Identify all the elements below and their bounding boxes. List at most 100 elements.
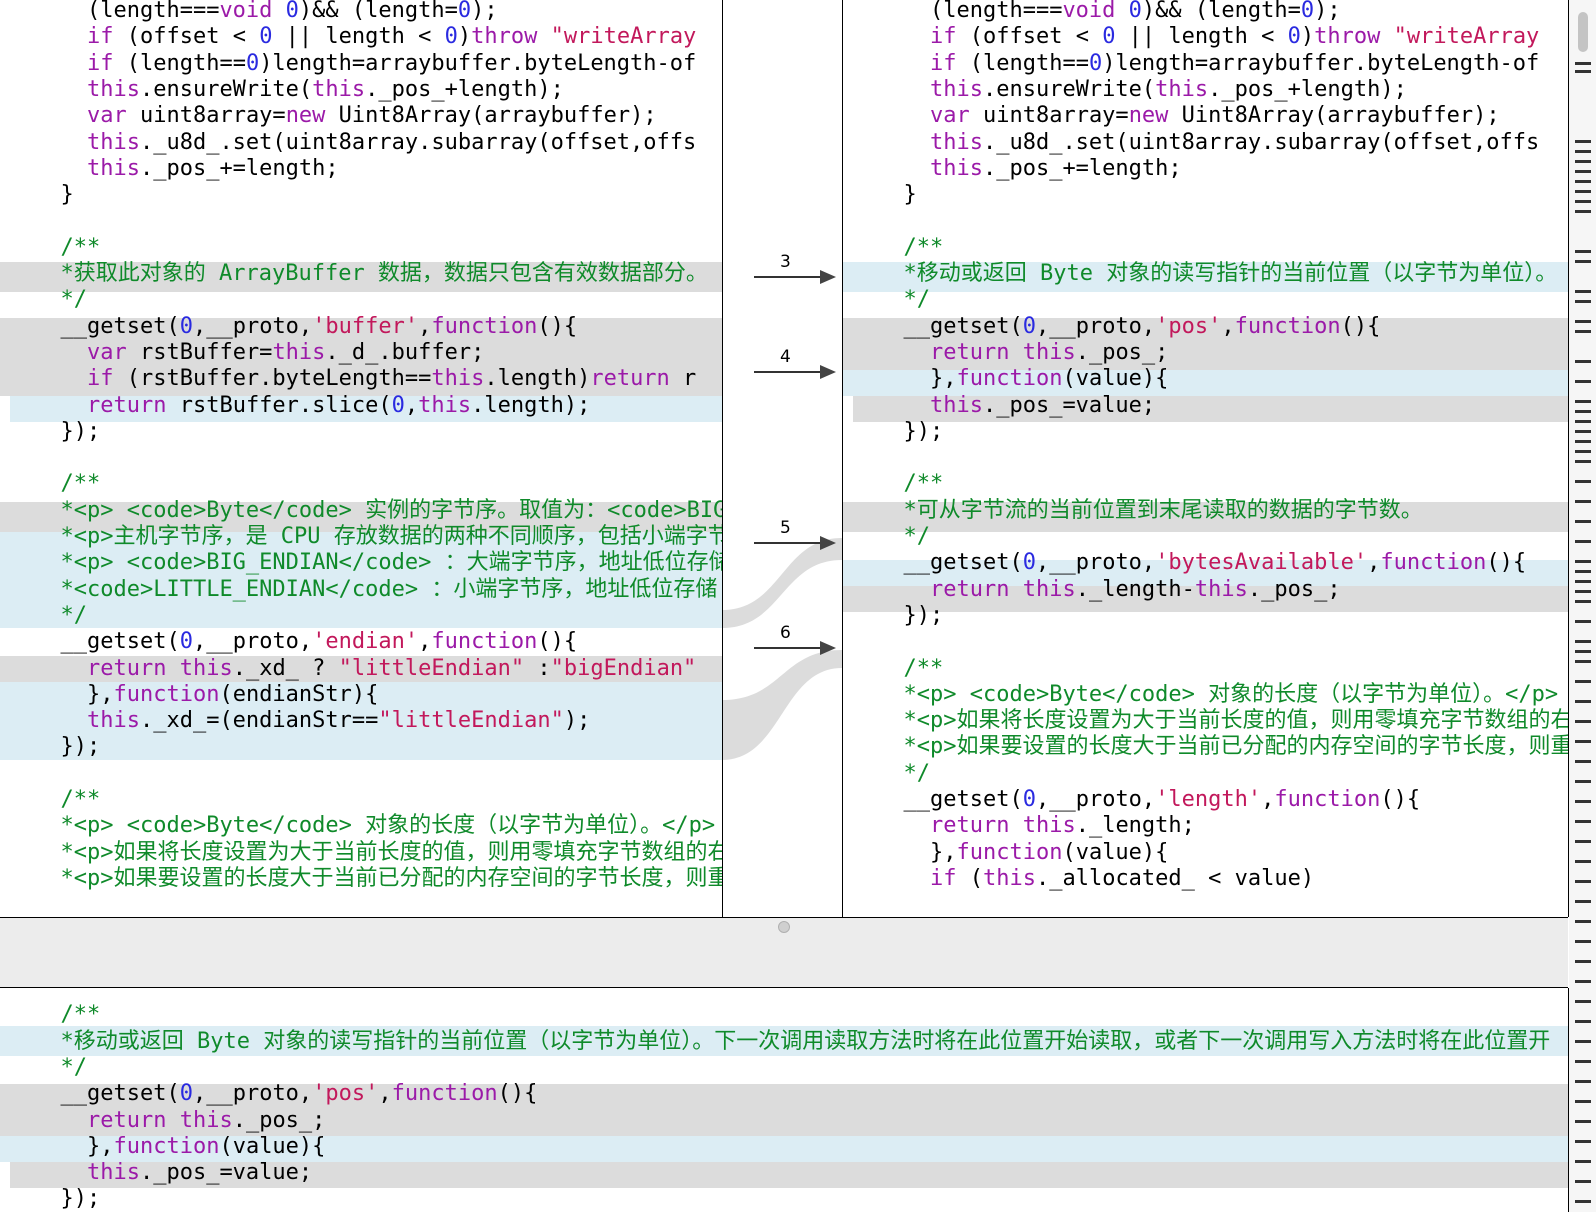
code-line[interactable]: this._pos_=value; — [34, 1160, 312, 1186]
code-line[interactable]: this._u8d_.set(uint8array.subarray(offse… — [877, 130, 1539, 156]
code-line[interactable]: /** — [877, 235, 944, 261]
code-token: if — [929, 865, 957, 891]
code-line[interactable]: */ — [34, 287, 88, 313]
code-token: this — [418, 392, 472, 418]
code-token: ,__proto, — [192, 629, 313, 655]
code-line[interactable]: *移动或返回 Byte 对象的读写指针的当前位置（以字节为单位）。下一次调用读取… — [34, 1029, 1551, 1055]
code-token: (){ — [1380, 787, 1421, 812]
code-line[interactable]: }); — [877, 603, 944, 629]
code-line[interactable]: */ — [34, 1055, 88, 1081]
code-token: "littleEndian" — [338, 655, 525, 681]
code-line[interactable]: this._pos_+=length; — [34, 156, 339, 182]
code-line[interactable]: /** — [34, 1002, 101, 1028]
code-token: 0 — [245, 50, 260, 76]
code-token: this — [1155, 76, 1209, 102]
code-line[interactable]: */ — [877, 761, 931, 787]
code-line[interactable]: __getset(0,__proto,'endian',function(){ — [34, 629, 578, 655]
code-line[interactable]: },function(value){ — [877, 366, 1168, 392]
code-line[interactable]: *<p>如果要设置的长度大于当前已分配的内存空间的字节长度，则重 — [34, 866, 723, 892]
diff-marker-label: 5 — [780, 518, 791, 538]
diff-marker-6[interactable]: 6 — [754, 623, 838, 655]
splitter-bar[interactable] — [0, 918, 1568, 987]
code-line[interactable]: this._pos_+=length; — [877, 156, 1182, 182]
code-line[interactable]: __getset(0,__proto,'buffer',function(){ — [34, 314, 578, 340]
code-line[interactable]: /** — [34, 787, 101, 813]
code-line[interactable]: }); — [877, 419, 944, 445]
code-line[interactable]: */ — [877, 287, 931, 313]
pane-divider — [842, 0, 843, 917]
code-line[interactable]: this._pos_=value; — [877, 393, 1155, 419]
code-line[interactable]: },function(endianStr){ — [34, 682, 378, 708]
code-line[interactable]: if (this._allocated_ < value) — [877, 866, 1314, 892]
code-line[interactable]: __getset(0,__proto,'pos',function(){ — [34, 1081, 538, 1107]
code-token: __getset( — [903, 550, 1023, 576]
code-line[interactable]: __getset(0,__proto,'pos',function(){ — [877, 314, 1381, 340]
diff-marker-3[interactable]: 3 — [754, 252, 838, 284]
diff-marker-4[interactable]: 4 — [754, 347, 838, 379]
code-line[interactable]: /** — [34, 235, 101, 261]
code-line[interactable]: var uint8array=new Uint8Array(arraybuffe… — [877, 103, 1500, 129]
code-token: ._length- — [1075, 576, 1195, 602]
code-line[interactable]: }); — [34, 1186, 101, 1212]
code-line[interactable]: *<p>如果要设置的长度大于当前已分配的内存空间的字节长度，则重 — [877, 734, 1569, 760]
code-line[interactable]: return this._length-this._pos_; — [877, 577, 1341, 603]
code-line[interactable]: /** — [34, 471, 101, 497]
diff-marker-5[interactable]: 5 — [754, 518, 838, 550]
code-line[interactable]: *<p> <code>BIG_ENDIAN</code> ：大端字节序，地址低位… — [34, 550, 723, 576]
code-line[interactable]: return this._pos_; — [34, 1108, 325, 1134]
code-line[interactable]: },function(value){ — [877, 840, 1168, 866]
ruler-mark — [1575, 680, 1591, 683]
code-line[interactable]: if (length==0)length=arraybuffer.byteLen… — [34, 51, 696, 77]
code-line[interactable]: if (length==0)length=arraybuffer.byteLen… — [877, 51, 1539, 77]
code-line[interactable]: return this._xd_ ? "littleEndian" :"bigE… — [34, 656, 696, 682]
right-code-pane[interactable]: (length===void 0)&& (length=0); if (offs… — [843, 0, 1568, 917]
code-line[interactable]: },function(value){ — [34, 1134, 325, 1160]
code-line[interactable]: } — [34, 182, 74, 208]
code-line[interactable]: */ — [877, 524, 931, 550]
code-line[interactable]: if (rstBuffer.byteLength==this.length)re… — [34, 366, 696, 392]
code-line[interactable]: var rstBuffer=this._d_.buffer; — [34, 340, 484, 366]
code-line[interactable]: this._u8d_.set(uint8array.subarray(offse… — [34, 130, 696, 156]
code-line[interactable]: if (offset < 0 || length < 0)throw "writ… — [34, 24, 696, 50]
code-line[interactable]: (length===void 0)&& (length=0); — [877, 0, 1341, 24]
code-line[interactable]: /** — [877, 656, 944, 682]
code-line[interactable]: } — [877, 182, 917, 208]
code-line[interactable]: *可从字节流的当前位置到末尾读取的数据的字节数。 — [877, 498, 1423, 524]
splitter-handle-icon[interactable] — [778, 921, 790, 933]
scrollbar-thumb[interactable] — [1578, 12, 1588, 52]
left-code-pane[interactable]: (length===void 0)&& (length=0); if (offs… — [0, 0, 722, 917]
code-line[interactable]: *获取此对象的 ArrayBuffer 数据，数据只包含有效数据部分。 — [34, 261, 708, 287]
code-line[interactable]: this._xd_=(endianStr=="littleEndian"); — [34, 708, 590, 734]
code-line[interactable]: *<code>LITTLE_ENDIAN</code> ：小端字节序，地址低位存… — [34, 577, 718, 603]
code-line[interactable]: __getset(0,__proto,'length',function(){ — [877, 787, 1421, 813]
code-line[interactable]: var uint8array=new Uint8Array(arraybuffe… — [34, 103, 657, 129]
code-line[interactable]: return this._pos_; — [877, 340, 1168, 366]
code-line[interactable]: (length===void 0)&& (length=0); — [34, 0, 498, 24]
code-line[interactable]: this.ensureWrite(this._pos_+length); — [877, 77, 1407, 103]
code-line[interactable]: *<p> <code>Byte</code> 实例的字节序。取值为：<code>… — [34, 498, 723, 524]
code-line[interactable]: }); — [34, 419, 101, 445]
code-line[interactable]: __getset(0,__proto,'bytesAvailable',func… — [877, 550, 1527, 576]
code-line[interactable]: return this._length; — [877, 813, 1195, 839]
overview-ruler[interactable] — [1569, 0, 1596, 1212]
code-token: this — [929, 129, 983, 155]
code-line[interactable]: *<p>如果将长度设置为大于当前长度的值，则用零填充字节数组的右 — [877, 708, 1569, 734]
code-line[interactable]: this.ensureWrite(this._pos_+length); — [34, 77, 564, 103]
code-line[interactable]: *<p>主机字节序，是 CPU 存放数据的两种不同顺序，包括小端字节 — [34, 524, 723, 550]
arrow-head-icon — [820, 536, 836, 550]
merged-code-pane[interactable]: /** *移动或返回 Byte 对象的读写指针的当前位置（以字节为单位）。下一次… — [0, 988, 1568, 1212]
code-line[interactable]: *<p> <code>Byte</code> 对象的长度（以字节为单位）。</p… — [34, 813, 716, 839]
code-line[interactable]: *<p>如果将长度设置为大于当前长度的值，则用零填充字节数组的右 — [34, 840, 723, 866]
code-line[interactable]: if (offset < 0 || length < 0)throw "writ… — [877, 24, 1539, 50]
code-line[interactable]: *<p> <code>Byte</code> 对象的长度（以字节为单位）。</p… — [877, 682, 1559, 708]
code-line[interactable]: }); — [34, 734, 101, 760]
code-line[interactable]: /** — [877, 471, 944, 497]
code-line[interactable]: return rstBuffer.slice(0,this.length); — [34, 393, 590, 419]
code-token: __getset( — [60, 1081, 180, 1107]
code-line[interactable]: *移动或返回 Byte 对象的读写指针的当前位置（以字节为单位）。 — [877, 261, 1558, 287]
code-line[interactable]: */ — [34, 603, 88, 629]
